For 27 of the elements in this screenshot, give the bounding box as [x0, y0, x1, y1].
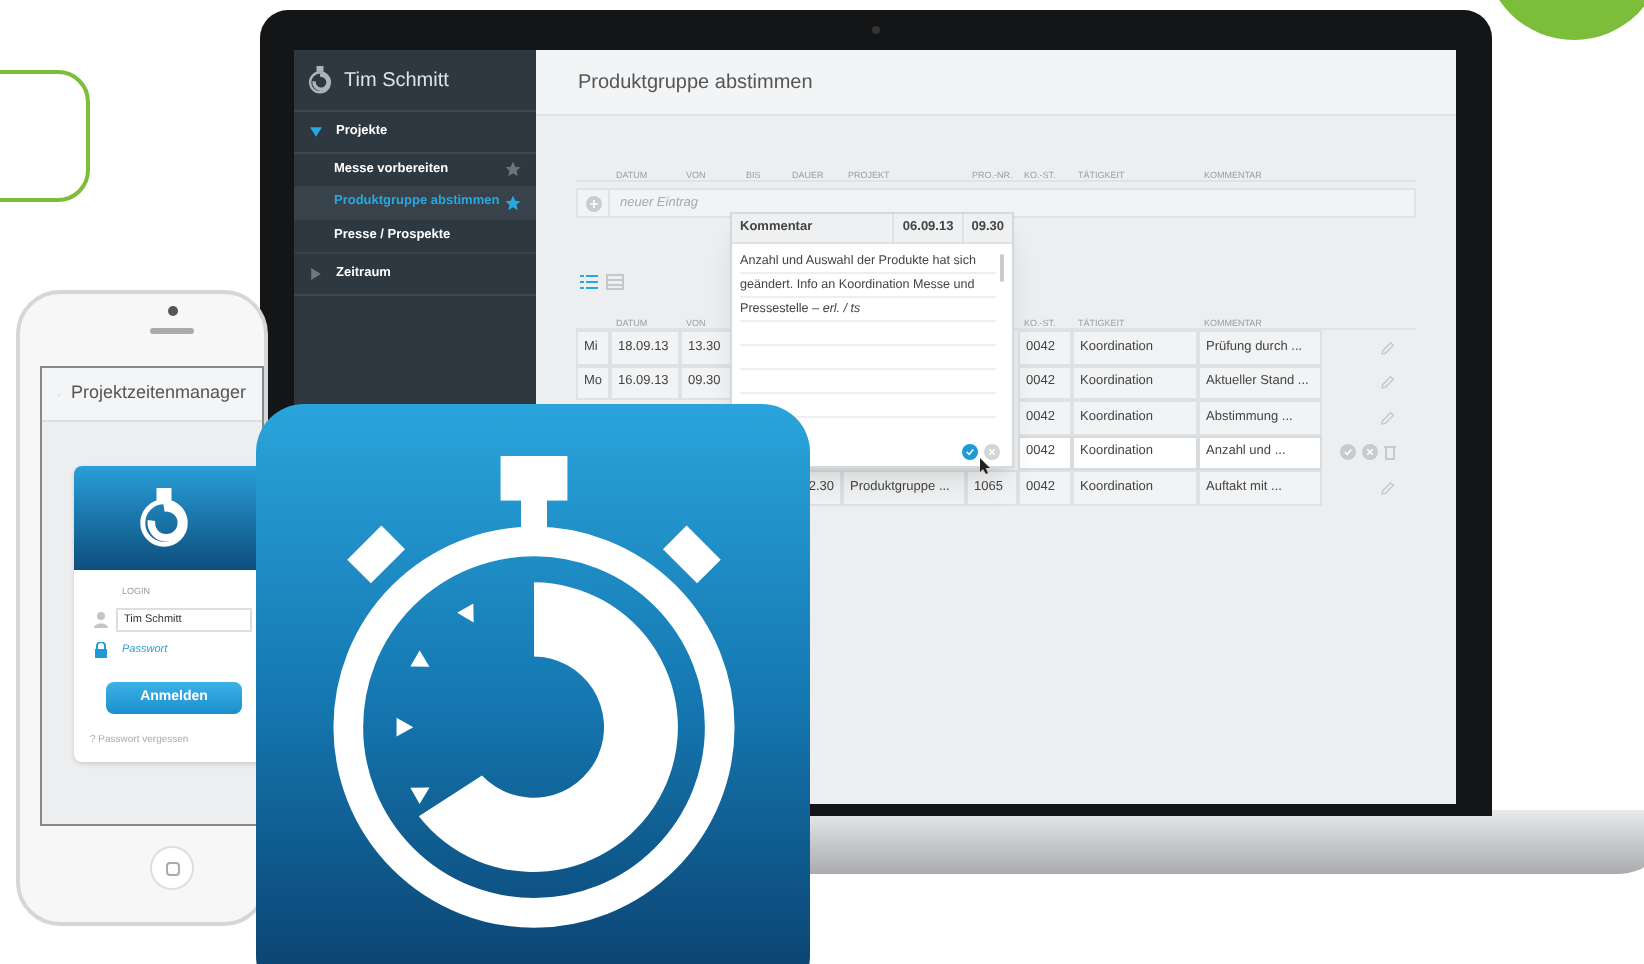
star-icon[interactable]	[504, 193, 522, 212]
pencil-icon[interactable]	[1380, 409, 1396, 426]
trash-icon[interactable]	[1384, 444, 1396, 461]
stopwatch-icon	[306, 66, 334, 94]
cancel-icon[interactable]	[984, 444, 1000, 460]
mouse-cursor-icon	[980, 458, 990, 474]
add-icon[interactable]	[585, 195, 601, 211]
star-icon[interactable]	[504, 160, 522, 179]
pencil-icon[interactable]	[1380, 374, 1396, 391]
confirm-icon[interactable]	[962, 444, 978, 460]
list-view-icon[interactable]	[580, 274, 598, 290]
cancel-icon[interactable]	[1362, 444, 1378, 461]
table-view-icon[interactable]	[606, 274, 624, 290]
pencil-icon[interactable]	[1380, 339, 1396, 356]
home-button[interactable]	[150, 846, 194, 890]
scrollbar[interactable]	[1000, 254, 1004, 282]
user-icon	[94, 611, 108, 628]
phone-speaker	[150, 328, 194, 334]
pencil-icon[interactable]	[1380, 479, 1396, 496]
user-name: Tim Schmitt	[344, 67, 449, 95]
page-title: Produktgruppe abstimmen	[578, 69, 813, 97]
confirm-icon[interactable]	[1340, 444, 1356, 461]
lock-icon	[94, 641, 108, 658]
stopwatch-icon	[134, 488, 194, 548]
add-button[interactable]	[576, 188, 610, 218]
app-title: Projektzeitenmanager	[70, 380, 246, 407]
phone-camera	[167, 306, 177, 316]
